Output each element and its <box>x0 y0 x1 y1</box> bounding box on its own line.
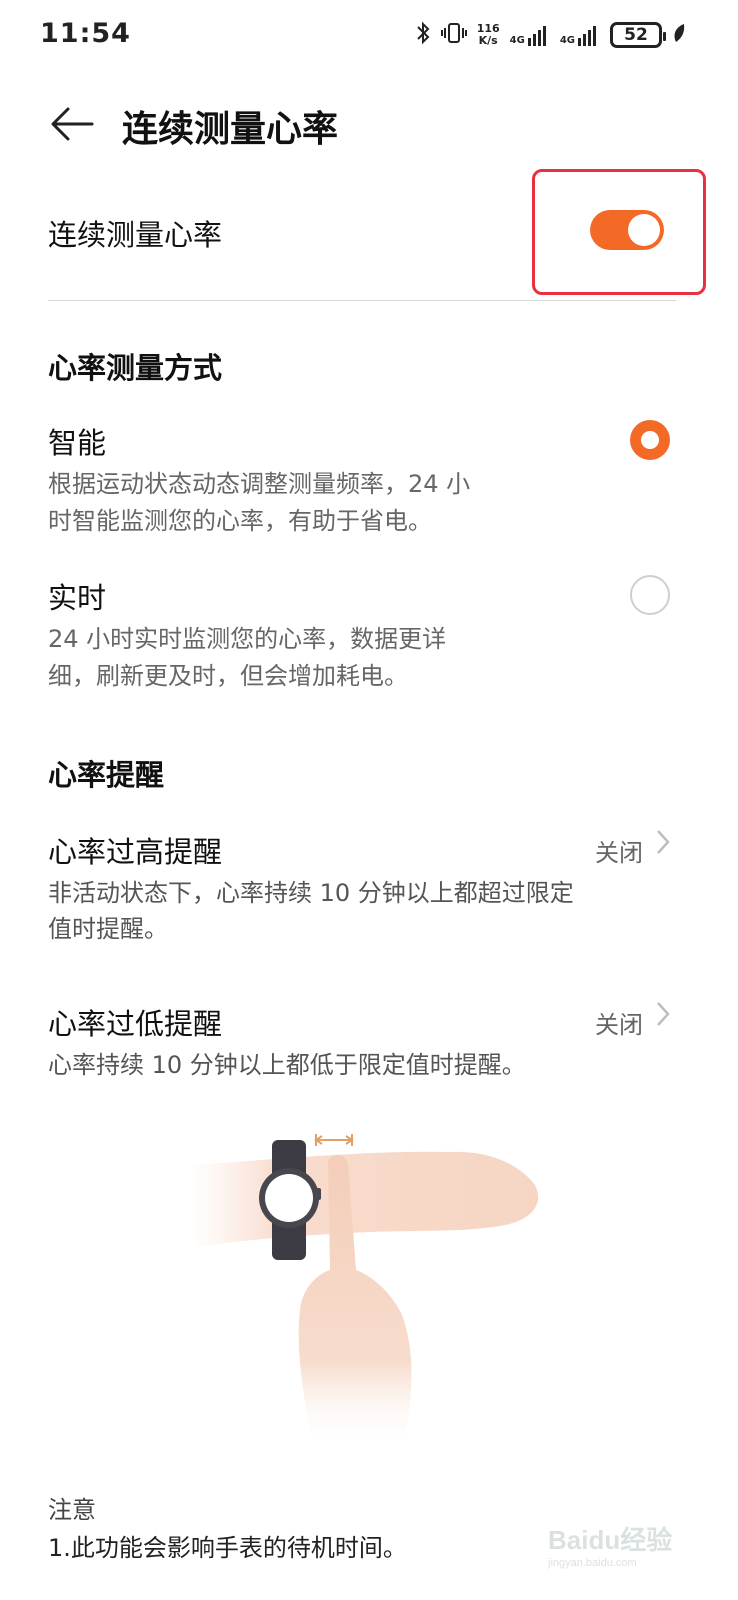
note-line-1: 1.此功能会影响手表的待机时间。 <box>48 1534 407 1562</box>
chevron-right-icon <box>656 827 670 864</box>
leaf-icon <box>672 22 686 48</box>
back-button[interactable] <box>48 104 94 148</box>
option-realtime-desc-line1: 24 小时实时监测您的心率，数据更详 <box>48 625 447 653</box>
reminder-low-title: 心率过低提醒 <box>48 1007 223 1041</box>
watermark-text: Baidu经验 <box>548 1525 673 1555</box>
reminder-high[interactable]: 心率过高提醒 关闭 非活动状态下，心率持续 10 分钟以上都超过限定 值时提醒。 <box>0 815 738 955</box>
option-realtime-desc-line2: 细，刷新更及时，但会增加耗电。 <box>48 662 408 690</box>
radio-smart[interactable] <box>630 420 670 460</box>
wrist-illustration <box>190 1120 550 1450</box>
status-time: 11:54 <box>40 18 131 49</box>
signal-bars-icon <box>578 26 596 46</box>
reminder-high-desc-line1: 非活动状态下，心率持续 10 分钟以上都超过限定 <box>48 879 574 907</box>
section-title-measure-mode: 心率测量方式 <box>48 351 223 385</box>
option-smart-title: 智能 <box>48 426 107 460</box>
signal-2-label: 4G <box>559 35 575 46</box>
reminder-low-desc-line1: 心率持续 10 分钟以上都低于限定值时提醒。 <box>48 1051 526 1079</box>
continuous-toggle-label: 连续测量心率 <box>48 218 223 252</box>
option-smart-desc-line2: 时智能监测您的心率，有助于省电。 <box>48 507 432 535</box>
watermark-subtext: jingyan.baidu.com <box>548 1557 637 1569</box>
note-title: 注意 <box>48 1496 96 1524</box>
status-icons: 116 K/s 4G 4G 52 <box>415 18 686 52</box>
battery-icon: 52 <box>610 22 666 48</box>
option-realtime-title: 实时 <box>48 581 107 615</box>
section-title-reminders: 心率提醒 <box>48 758 165 792</box>
signal-1-label: 4G <box>509 35 525 46</box>
arrow-left-icon <box>51 107 94 141</box>
option-smart-desc-line1: 根据运动状态动态调整测量频率，24 小 <box>48 470 471 498</box>
radio-realtime[interactable] <box>630 575 670 615</box>
reminder-low[interactable]: 心率过低提醒 关闭 心率持续 10 分钟以上都低于限定值时提醒。 <box>0 987 738 1097</box>
reminder-low-value: 关闭 <box>595 1011 643 1039</box>
signal-2: 4G <box>560 24 600 46</box>
vibrate-icon <box>440 21 467 49</box>
signal-1: 4G <box>510 24 550 46</box>
option-realtime[interactable]: 实时 24 小时实时监测您的心率，数据更详 细，刷新更及时，但会增加耗电。 <box>0 563 738 703</box>
bluetooth-icon <box>415 21 431 49</box>
chevron-right-icon <box>656 999 670 1036</box>
continuous-toggle-switch[interactable] <box>590 210 664 250</box>
reminder-high-title: 心率过高提醒 <box>48 835 223 869</box>
battery-level: 52 <box>624 25 648 45</box>
net-speed-unit: K/s <box>478 34 498 47</box>
baidu-watermark: Baidu经验 jingyan.baidu.com <box>548 1520 698 1580</box>
signal-bars-icon <box>527 26 546 46</box>
page-title: 连续测量心率 <box>122 109 339 150</box>
option-smart[interactable]: 智能 根据运动状态动态调整测量频率，24 小 时智能监测您的心率，有助于省电。 <box>0 408 738 548</box>
net-speed: 116 K/s <box>477 23 500 47</box>
divider <box>48 300 676 301</box>
reminder-high-desc-line2: 值时提醒。 <box>48 915 168 943</box>
toggle-knob <box>628 214 660 246</box>
reminder-high-value: 关闭 <box>595 839 643 867</box>
